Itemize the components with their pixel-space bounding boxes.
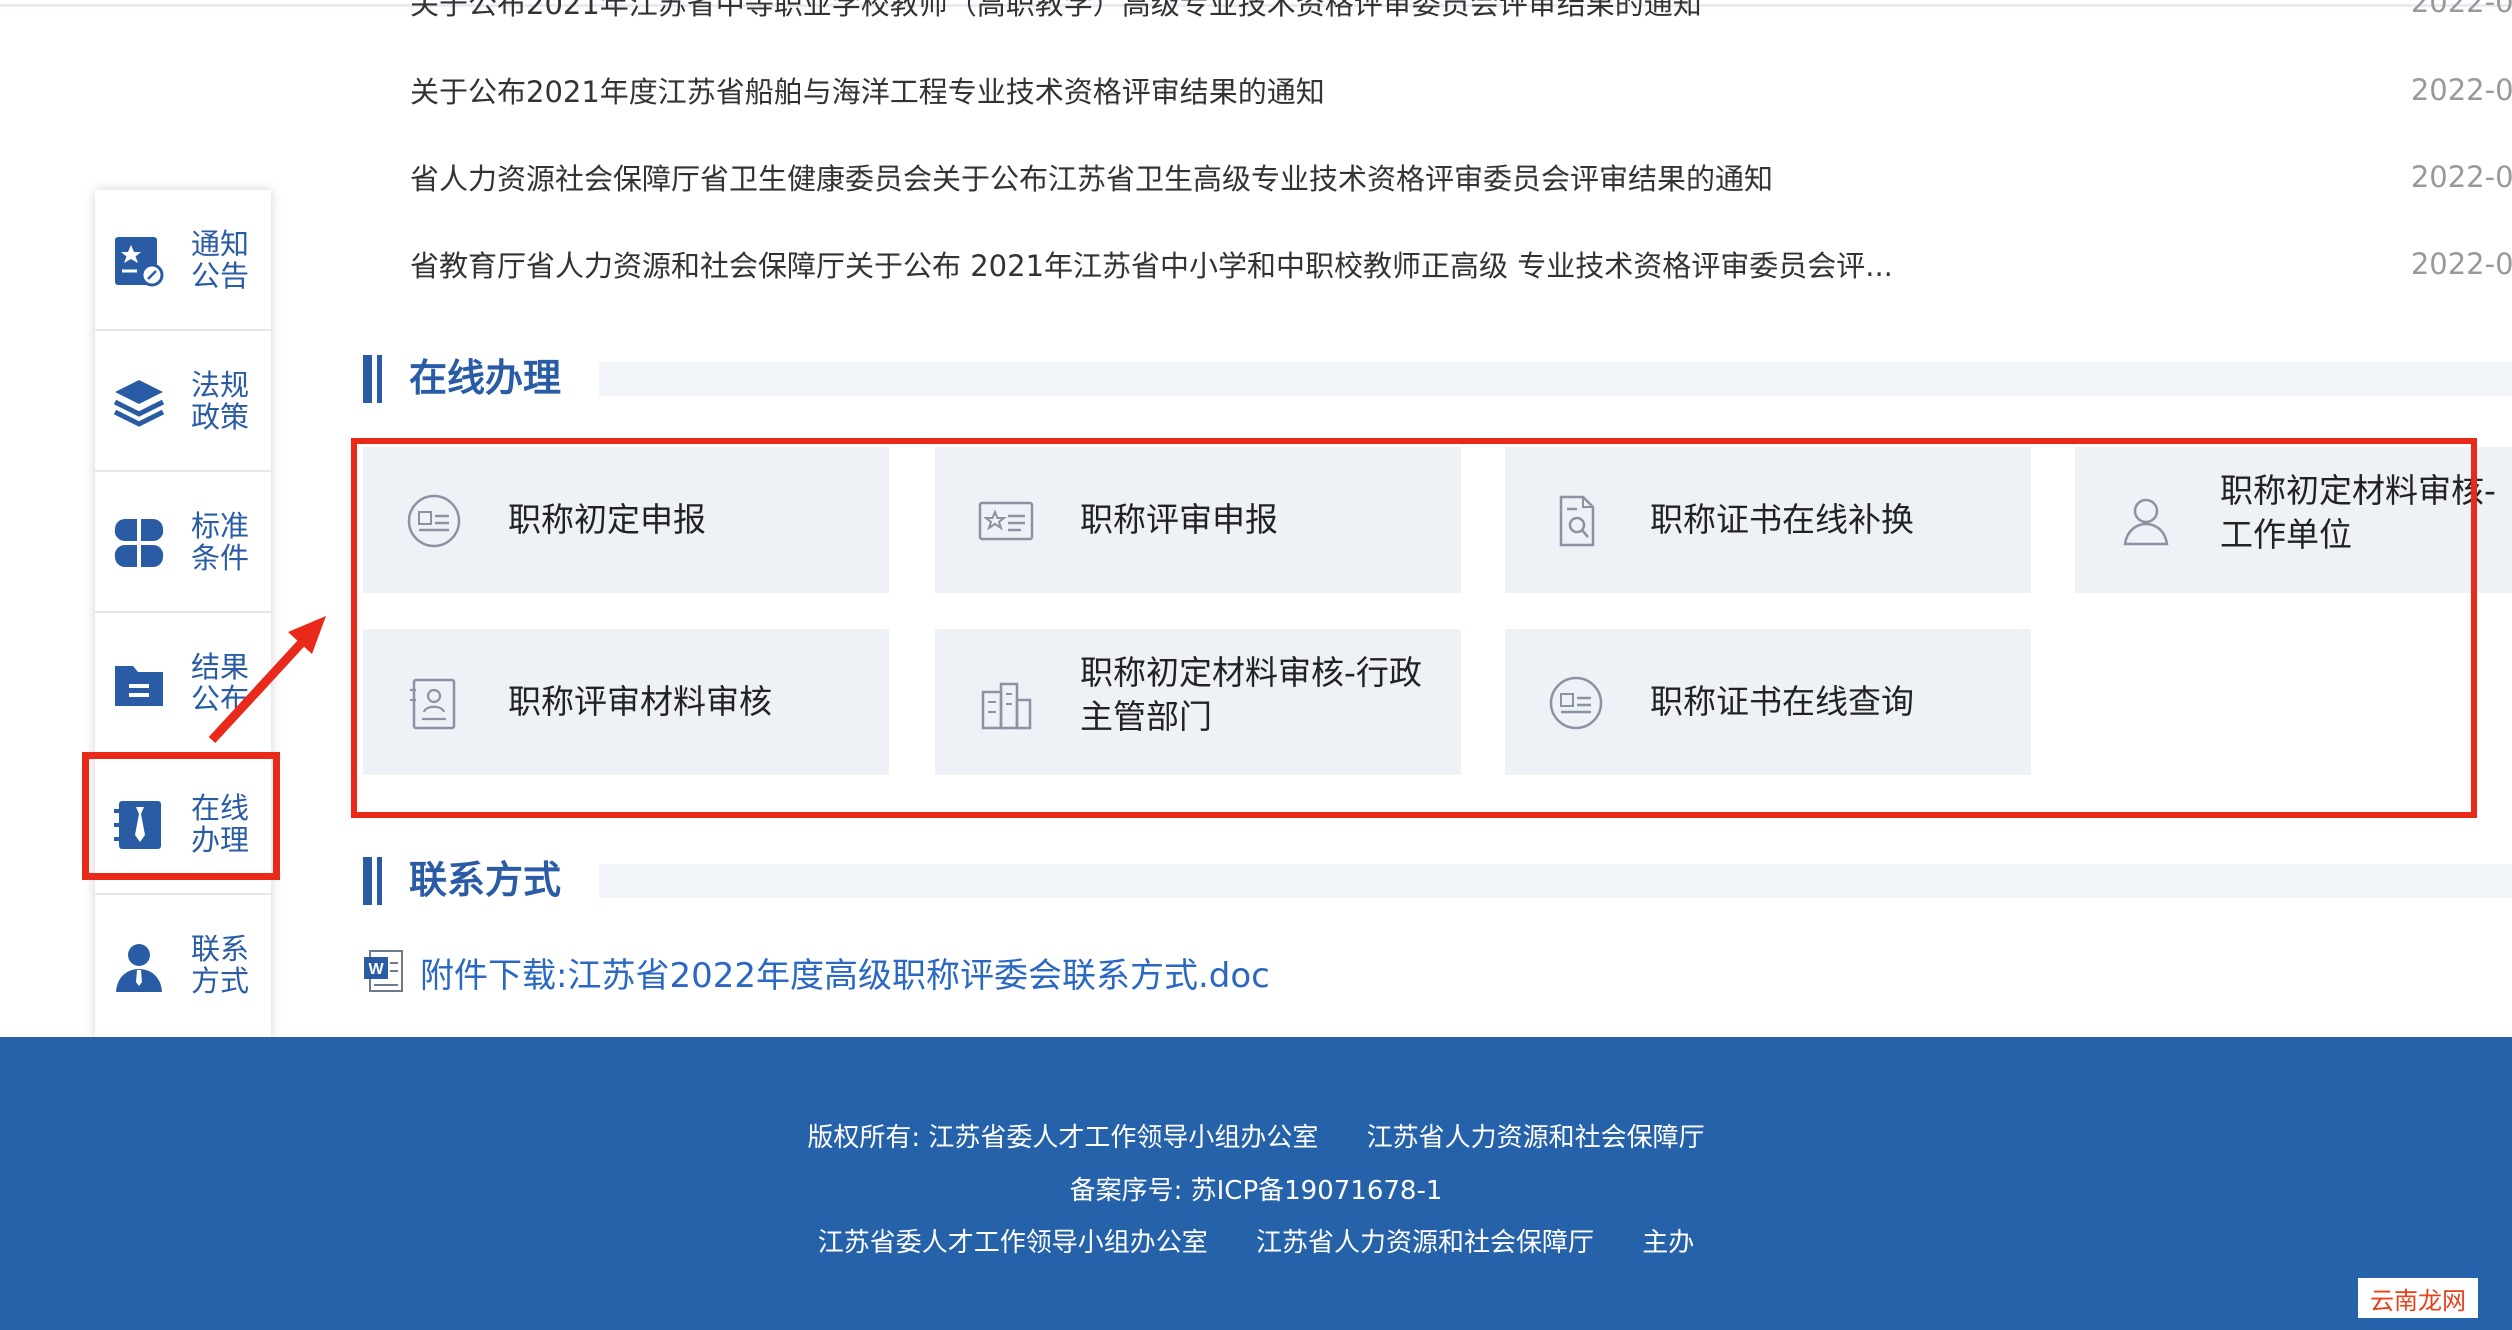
news-date: 2022-03 — [2410, 247, 2512, 281]
news-item[interactable]: 省教育厅省人力资源和社会保障厅关于公布 2021年江苏省中小学和中职校教师正高级… — [410, 234, 2512, 294]
sidebar-item-notice[interactable]: 通知公告 — [95, 190, 271, 331]
footer-icp: 备案序号: 苏ICP备19071678-1 — [0, 1170, 2512, 1207]
section-marker — [377, 355, 382, 403]
footer-copyright: 版权所有: 江苏省委人才工作领导小组办公室 江苏省人力资源和社会保障厅 — [0, 1117, 2512, 1154]
news-date: 2022-03 — [2410, 73, 2512, 107]
news-title[interactable]: 关于公布2021年度江苏省船舶与海洋工程专业技术资格评审结果的通知 — [410, 69, 2411, 111]
sidebar-label: 结果公布 — [191, 650, 250, 716]
news-date: 2022-03 — [2410, 160, 2512, 194]
section-marker — [363, 355, 372, 403]
news-title[interactable]: 省人力资源社会保障厅省卫生健康委员会关于公布江苏省卫生高级专业技术资格评审委员会… — [410, 156, 2411, 198]
section-stripe — [599, 864, 2512, 898]
highlight-box-sidebar — [82, 752, 280, 880]
word-doc-icon: W — [364, 950, 403, 992]
news-item[interactable]: 关于公布2021年江苏省中等职业学校教师（高职教学）高级专业技术资格评审委员会评… — [410, 0, 2512, 32]
footer: 版权所有: 江苏省委人才工作领导小组办公室 江苏省人力资源和社会保障厅 备案序号… — [0, 1037, 2512, 1330]
sidebar-label: 法规政策 — [191, 368, 250, 434]
footer-org: 江苏省委人才工作领导小组办公室 — [928, 1123, 1319, 1153]
section-marker — [377, 857, 382, 905]
notice-icon — [115, 237, 164, 287]
sidebar-item-results[interactable]: 结果公布 — [95, 613, 271, 754]
highlight-box-services — [351, 438, 2477, 818]
host-label: 主办 — [1642, 1228, 1695, 1258]
attachment-text[interactable]: 附件下载:江苏省2022年度高级职称评委会联系方式.doc — [420, 948, 1270, 997]
section-marker — [363, 857, 372, 905]
sidebar-label: 联系方式 — [191, 932, 250, 998]
footer-copyright-text: 版权所有: 江苏省委人才工作领导小组办公室 — [807, 1123, 1318, 1153]
icp-text[interactable]: 备案序号: 苏ICP备19071678-1 — [1070, 1176, 1443, 1206]
news-date: 2022-03 — [2410, 0, 2512, 19]
sidebar-item-contact[interactable]: 联系方式 — [95, 895, 271, 1036]
news-item[interactable]: 省人力资源社会保障厅省卫生健康委员会关于公布江苏省卫生高级专业技术资格评审委员会… — [410, 147, 2512, 207]
footer-org: 江苏省人力资源和社会保障厅 — [1366, 1123, 1705, 1153]
section-title: 在线办理 — [409, 356, 562, 400]
watermark: 云南龙网 — [2358, 1278, 2478, 1318]
sidebar-label: 通知公告 — [191, 227, 250, 293]
attachment-link[interactable]: W 附件下载:江苏省2022年度高级职称评委会联系方式.doc — [362, 947, 1270, 997]
footer-org: 江苏省委人才工作领导小组办公室 — [817, 1228, 1208, 1258]
sidebar-label: 标准条件 — [191, 509, 250, 575]
news-title[interactable]: 关于公布2021年江苏省中等职业学校教师（高职教学）高级专业技术资格评审委员会评… — [410, 0, 2411, 23]
news-item[interactable]: 关于公布2021年度江苏省船舶与海洋工程专业技术资格评审结果的通知 2022-0… — [410, 60, 2512, 120]
sidebar: 通知公告 法规政策 标准条件 结果公布 在线办理 联系方式 — [95, 190, 271, 1038]
sidebar-item-standards[interactable]: 标准条件 — [95, 472, 271, 613]
footer-host: 江苏省委人才工作领导小组办公室 江苏省人力资源和社会保障厅 主办 — [0, 1222, 2512, 1259]
section-title: 联系方式 — [409, 858, 562, 902]
section-header-online: 在线办理 — [363, 352, 2512, 404]
section-stripe — [599, 362, 2512, 396]
copyright-label: 版权所有: — [807, 1123, 921, 1153]
folder-icon — [115, 666, 163, 706]
news-title[interactable]: 省教育厅省人力资源和社会保障厅关于公布 2021年江苏省中小学和中职校教师正高级… — [410, 243, 2411, 285]
layers-icon — [113, 380, 165, 427]
footer-org: 江苏省人力资源和社会保障厅 — [1255, 1228, 1594, 1258]
person-icon — [116, 944, 162, 992]
clover-icon — [114, 519, 164, 567]
sidebar-item-regulations[interactable]: 法规政策 — [95, 331, 271, 472]
svg-text:W: W — [368, 961, 384, 978]
section-header-contact: 联系方式 — [363, 854, 2512, 906]
